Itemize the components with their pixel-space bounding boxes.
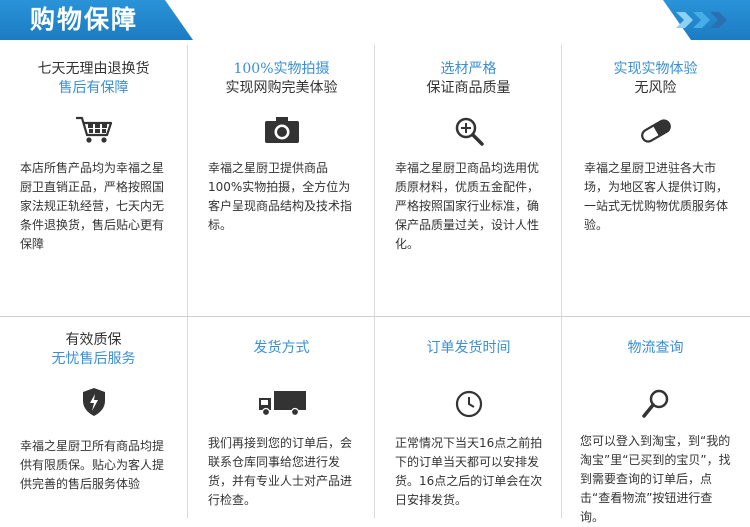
card-description: 本店所售产品均为幸福之星厨卫直销正品，严格按照国家法规正轨经营，七天内无条件退换… — [20, 161, 165, 251]
page-title: 购物保障 — [30, 5, 139, 34]
guarantee-card-logistics: 物流查询 您可以登入到淘宝，到“我的淘宝”里“已买到的宝贝”，找到需要查询的订单… — [562, 317, 749, 524]
card-subtitle: 无忧售后服务 — [51, 351, 136, 367]
banner-wedge-left — [165, 0, 193, 40]
search-icon — [641, 389, 668, 418]
card-description: 您可以登入到淘宝，到“我的淘宝”里“已买到的宝贝”，找到需要查询的订单后，点击“… — [580, 434, 731, 524]
guarantee-card-experience: 实现实物体验 无风险 幸福之星厨卫进驻各大市场，为地区客人提供订购，一站式无忧购… — [562, 45, 749, 316]
truck-icon — [258, 391, 306, 417]
guarantee-card-photo: 100%实物拍摄 实现网购完美体验 幸福之星厨卫提供商品100%实物拍摄，全方位… — [188, 45, 375, 316]
clock-icon — [455, 390, 482, 418]
banner-white-band — [193, 0, 663, 40]
guarantee-card-shipping: 发货方式 我们再接到您的订单后，会联系仓库同事给您进行发货，并有专业人士对产品进… — [188, 317, 375, 518]
card-title: 发货方式 — [253, 340, 310, 356]
card-title: 订单发货时间 — [426, 340, 511, 356]
card-description: 幸福之星厨卫商品均选用优质原材料，优质五金配件，严格按照国家行业标准，确保产品质… — [395, 161, 540, 251]
card-description: 我们再接到您的订单后，会联系仓库同事给您进行发货，并有专业人士对产品进行检查。 — [208, 436, 353, 507]
card-description: 正常情况下当天16点之前拍下的订单当天都可以安排发货。16点之后的订单会在次日安… — [395, 436, 543, 507]
capsule-icon — [640, 119, 671, 143]
shopping-cart-icon — [75, 116, 112, 143]
double-chevron-right-icon — [676, 12, 727, 28]
card-title: 七天无理由退换货 — [37, 61, 150, 77]
card-title: 100%实物拍摄 — [233, 61, 330, 77]
card-description: 幸福之星厨卫提供商品100%实物拍摄，全方位为客户呈现商品结构及技术指标。 — [208, 161, 353, 232]
shield-icon — [82, 388, 105, 416]
card-subtitle: 实现网购完美体验 — [225, 80, 338, 96]
magnifier-plus-icon — [455, 117, 484, 146]
card-title: 实现实物体验 — [613, 61, 698, 77]
card-subtitle: 保证商品质量 — [426, 80, 511, 96]
card-title: 有效质保 — [65, 332, 122, 348]
card-subtitle: 售后有保障 — [58, 80, 129, 96]
card-title: 物流查询 — [627, 340, 684, 356]
guarantee-card-warranty: 有效质保 无忧售后服务 幸福之星厨卫所有商品均提供有限质保。贴心为客人提供完善的… — [0, 317, 187, 518]
guarantee-card-material: 选材严格 保证商品质量 幸福之星厨卫商品均选用优质原材料，优质五金配件，严格按照… — [375, 45, 562, 316]
card-description: 幸福之星厨卫进驻各大市场，为地区客人提供订购，一站式无忧购物优质服务体验。 — [584, 161, 729, 232]
guarantee-card-dispatch-time: 订单发货时间 正常情况下当天16点之前拍下的订单当天都可以安排发货。16点之后的… — [375, 317, 562, 518]
guarantee-grid: 七天无理由退换货 售后有保障 本店所售产品均为幸福之星厨卫直销正品，严格按照国家… — [0, 45, 750, 524]
header-banner: 购物保障 — [0, 0, 750, 40]
card-title: 选材严格 — [440, 61, 497, 77]
camera-icon — [264, 117, 299, 143]
card-subtitle: 无风险 — [634, 80, 677, 96]
guarantee-card-return: 七天无理由退换货 售后有保障 本店所售产品均为幸福之星厨卫直销正品，严格按照国家… — [0, 45, 187, 316]
card-description: 幸福之星厨卫所有商品均提供有限质保。贴心为客人提供完善的售后服务体验 — [20, 439, 165, 491]
